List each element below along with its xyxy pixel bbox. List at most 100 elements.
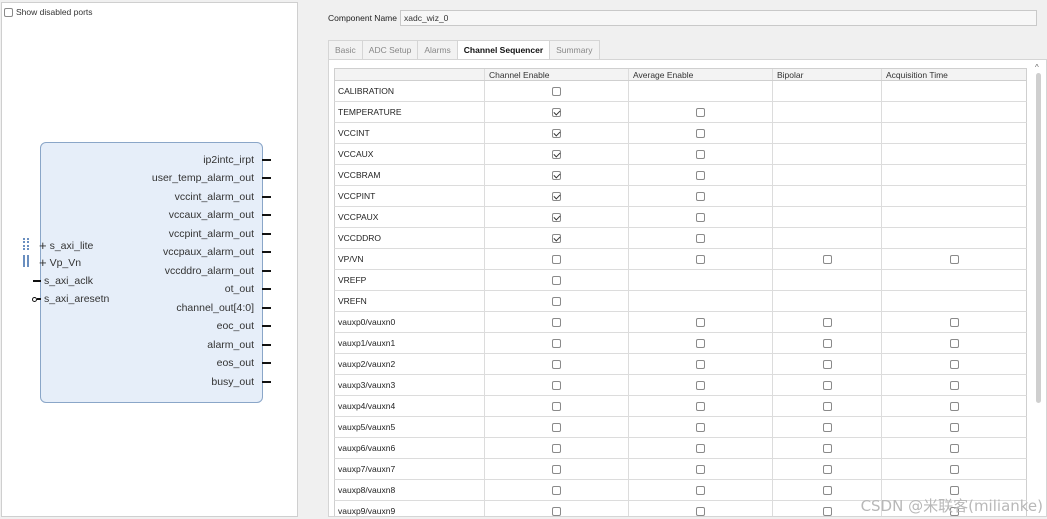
bipolar-checkbox[interactable] (822, 317, 832, 327)
channel-enable-checkbox[interactable] (552, 233, 561, 243)
table-cell (629, 375, 773, 395)
average-enable-checkbox[interactable] (696, 212, 705, 222)
average-enable-checkbox[interactable] (696, 506, 705, 516)
average-enable-checkbox[interactable] (696, 464, 705, 474)
channel-enable-checkbox[interactable] (552, 107, 561, 117)
channel-enable-checkbox[interactable] (552, 212, 561, 222)
acquisition-time-checkbox[interactable] (949, 422, 959, 432)
bipolar-checkbox[interactable] (822, 443, 832, 453)
output-port[interactable]: vccddro_alarm_out (165, 265, 271, 277)
bipolar-checkbox[interactable] (822, 359, 832, 369)
output-port[interactable]: vccint_alarm_out (175, 191, 271, 203)
output-port[interactable]: eoc_out (217, 320, 271, 332)
channel-enable-checkbox[interactable] (552, 422, 561, 432)
average-enable-checkbox[interactable] (696, 191, 705, 201)
channel-enable-checkbox[interactable] (552, 485, 561, 495)
average-enable-checkbox[interactable] (696, 128, 705, 138)
average-enable-checkbox[interactable] (696, 317, 705, 327)
output-port[interactable]: vccpint_alarm_out (169, 228, 271, 240)
average-enable-checkbox[interactable] (696, 107, 705, 117)
output-port[interactable]: vccaux_alarm_out (169, 209, 271, 221)
output-port[interactable]: busy_out (211, 376, 271, 388)
channel-enable-checkbox[interactable] (552, 317, 561, 327)
average-enable-checkbox[interactable] (696, 485, 705, 495)
acquisition-time-checkbox[interactable] (949, 401, 959, 411)
output-port[interactable]: alarm_out (207, 339, 271, 351)
average-enable-checkbox[interactable] (696, 443, 705, 453)
acquisition-time-checkbox[interactable] (949, 464, 959, 474)
watermark: CSDN @米联客(milianke) (860, 497, 1043, 515)
average-enable-checkbox[interactable] (696, 359, 705, 369)
average-enable-checkbox[interactable] (696, 170, 705, 180)
acquisition-time-checkbox[interactable] (949, 338, 959, 348)
channel-name: VCCPINT (335, 186, 485, 206)
scroll-thumb[interactable] (1036, 73, 1041, 403)
channel-enable-checkbox[interactable] (552, 338, 561, 348)
acquisition-time-checkbox[interactable] (949, 380, 959, 390)
bipolar-checkbox[interactable] (822, 506, 832, 516)
bipolar-checkbox[interactable] (822, 338, 832, 348)
average-enable-checkbox[interactable] (696, 233, 705, 243)
tab-alarms[interactable]: Alarms (417, 40, 458, 59)
bipolar-checkbox[interactable] (822, 380, 832, 390)
show-disabled-ports-toggle[interactable]: Show disabled ports (4, 7, 93, 17)
acquisition-time-checkbox[interactable] (949, 443, 959, 453)
channel-enable-checkbox[interactable] (552, 506, 561, 516)
table-cell (882, 312, 1026, 332)
channel-enable-checkbox[interactable] (552, 149, 561, 159)
channel-enable-checkbox[interactable] (552, 191, 561, 201)
channel-enable-checkbox[interactable] (552, 401, 561, 411)
bipolar-checkbox[interactable] (822, 485, 832, 495)
output-port[interactable]: vccpaux_alarm_out (163, 246, 271, 258)
tab-summary[interactable]: Summary (549, 40, 600, 59)
expand-plus-icon[interactable]: + (39, 256, 47, 269)
tab-basic[interactable]: Basic (328, 40, 363, 59)
average-enable-checkbox[interactable] (696, 380, 705, 390)
xadc-ip-block[interactable]: + s_axi_lite + Vp_Vn s_axi_aclk s_axi_ar… (23, 142, 271, 403)
scroll-up-icon[interactable]: ^ (1035, 63, 1039, 72)
channel-enable-checkbox[interactable] (552, 296, 561, 306)
channel-enable-checkbox[interactable] (552, 443, 561, 453)
port-label: s_axi_aclk (44, 275, 94, 287)
bipolar-checkbox[interactable] (822, 401, 832, 411)
output-port[interactable]: ip2intc_irpt (203, 154, 271, 166)
table-cell (629, 333, 773, 353)
channel-enable-checkbox[interactable] (552, 380, 561, 390)
port-s-axi-aresetn[interactable]: s_axi_aresetn (32, 293, 109, 305)
table-cell (773, 81, 882, 101)
average-enable-checkbox[interactable] (696, 254, 705, 264)
channel-enable-checkbox[interactable] (552, 464, 561, 474)
acquisition-time-checkbox[interactable] (949, 317, 959, 327)
average-enable-checkbox[interactable] (696, 149, 705, 159)
output-port[interactable]: channel_out[4:0] (176, 302, 271, 314)
channel-enable-checkbox[interactable] (552, 86, 561, 96)
channel-enable-checkbox[interactable] (552, 359, 561, 369)
acquisition-time-checkbox[interactable] (949, 359, 959, 369)
tab-channel-sequencer[interactable]: Channel Sequencer (456, 40, 551, 59)
output-port[interactable]: ot_out (225, 283, 271, 295)
port-vp-vn[interactable]: + Vp_Vn (23, 255, 81, 269)
average-enable-checkbox[interactable] (696, 338, 705, 348)
average-enable-checkbox[interactable] (696, 422, 705, 432)
acquisition-time-checkbox[interactable] (949, 254, 959, 264)
table-row: VCCBRAM (334, 165, 1027, 186)
bipolar-checkbox[interactable] (822, 422, 832, 432)
port-s-axi-lite[interactable]: + s_axi_lite (23, 238, 93, 252)
output-port[interactable]: eos_out (217, 357, 271, 369)
show-disabled-ports-checkbox[interactable] (4, 7, 13, 17)
vertical-scrollbar[interactable]: ^ (1034, 60, 1044, 516)
bipolar-checkbox[interactable] (822, 464, 832, 474)
expand-plus-icon[interactable]: + (39, 239, 47, 252)
channel-enable-checkbox[interactable] (552, 254, 561, 264)
channel-name: vauxp8/vauxn8 (335, 480, 485, 500)
tab-adc-setup[interactable]: ADC Setup (361, 40, 419, 59)
output-port[interactable]: user_temp_alarm_out (152, 172, 271, 184)
port-s-axi-aclk[interactable]: s_axi_aclk (33, 275, 93, 287)
component-name-input[interactable]: xadc_wiz_0 (399, 10, 1037, 26)
bipolar-checkbox[interactable] (822, 254, 832, 264)
acquisition-time-checkbox[interactable] (949, 485, 959, 495)
channel-enable-checkbox[interactable] (552, 170, 561, 180)
channel-enable-checkbox[interactable] (552, 275, 561, 285)
average-enable-checkbox[interactable] (696, 401, 705, 411)
channel-enable-checkbox[interactable] (552, 128, 561, 138)
